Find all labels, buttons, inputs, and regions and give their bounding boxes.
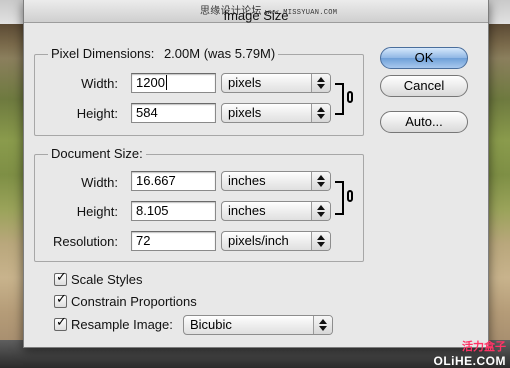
pixel-width-unit: pixels bbox=[228, 75, 262, 90]
doc-width-field[interactable]: 16.667 bbox=[131, 171, 216, 191]
pixel-width-label: Width: bbox=[81, 76, 118, 91]
constrain-proportions-label: Constrain Proportions bbox=[71, 294, 197, 309]
doc-width-unit-select[interactable]: inches bbox=[221, 171, 331, 191]
title-bar[interactable]: 思缘设计论坛 www.MISSYUAN.COM Image Size bbox=[24, 0, 488, 23]
resample-method-select[interactable]: Bicubic bbox=[183, 315, 333, 335]
pixel-link-bracket bbox=[335, 83, 344, 115]
constrain-proportions-checkbox[interactable]: ✓ bbox=[54, 292, 67, 308]
resample-image-label: Resample Image: bbox=[71, 317, 173, 332]
popup-arrows-icon bbox=[311, 202, 330, 220]
resolution-unit-select[interactable]: pixels/inch bbox=[221, 231, 331, 251]
pixel-dimensions-summary: 2.00M (was 5.79M) bbox=[163, 46, 276, 61]
pixel-dimensions-header: Pixel Dimensions: 2.00M (was 5.79M) bbox=[48, 46, 279, 61]
doc-width-value: 16.667 bbox=[136, 173, 176, 188]
auto-button[interactable]: Auto... bbox=[380, 111, 468, 133]
pixel-dimensions-label: Pixel Dimensions: bbox=[51, 46, 155, 61]
document-size-label: Document Size: bbox=[48, 146, 146, 161]
dialog-title: Image Size bbox=[223, 8, 289, 23]
popup-arrows-icon bbox=[311, 104, 330, 122]
resample-method: Bicubic bbox=[190, 317, 232, 332]
pixel-height-label: Height: bbox=[76, 106, 118, 121]
doc-width-label: Width: bbox=[81, 175, 118, 190]
resample-image-checkbox[interactable]: ✓ bbox=[54, 315, 67, 331]
watermark-bottom-cn: 活力盒子 bbox=[462, 340, 506, 353]
image-size-dialog: 思缘设计论坛 www.MISSYUAN.COM Image Size Pixel… bbox=[23, 0, 489, 348]
doc-width-unit: inches bbox=[228, 173, 266, 188]
ok-button[interactable]: OK bbox=[380, 47, 468, 69]
watermark-bottom: 活力盒子 OLiHE.COM bbox=[434, 338, 507, 368]
checkmark-icon: ✓ bbox=[56, 315, 67, 330]
cancel-button[interactable]: Cancel bbox=[380, 75, 468, 97]
doc-height-value: 8.105 bbox=[136, 203, 169, 218]
pixel-width-unit-select[interactable]: pixels bbox=[221, 73, 331, 93]
pixel-dimensions-group bbox=[34, 54, 364, 136]
popup-arrows-icon bbox=[311, 172, 330, 190]
watermark-bottom-en: OLiHE.COM bbox=[433, 354, 506, 368]
scale-styles-label: Scale Styles bbox=[71, 272, 143, 287]
pixel-width-field[interactable]: 1200 bbox=[131, 73, 216, 93]
pixel-height-unit-select[interactable]: pixels bbox=[221, 103, 331, 123]
doc-height-field[interactable]: 8.105 bbox=[131, 201, 216, 221]
resolution-field[interactable]: 72 bbox=[131, 231, 216, 251]
chain-link-icon bbox=[347, 190, 353, 202]
chain-link-icon bbox=[347, 91, 353, 103]
pixel-width-value: 1200 bbox=[136, 75, 165, 90]
checkmark-icon: ✓ bbox=[56, 292, 67, 307]
checkmark-icon: ✓ bbox=[56, 270, 67, 285]
popup-arrows-icon bbox=[311, 74, 330, 92]
pixel-height-unit: pixels bbox=[228, 105, 262, 120]
resolution-unit: pixels/inch bbox=[228, 233, 289, 248]
pixel-height-field[interactable]: 584 bbox=[131, 103, 216, 123]
pixel-height-value: 584 bbox=[136, 105, 158, 120]
resolution-value: 72 bbox=[136, 233, 151, 248]
scale-styles-checkbox[interactable]: ✓ bbox=[54, 270, 67, 286]
popup-arrows-icon bbox=[313, 316, 332, 334]
doc-height-unit-select[interactable]: inches bbox=[221, 201, 331, 221]
doc-height-label: Height: bbox=[76, 204, 118, 219]
text-cursor bbox=[165, 75, 167, 90]
resolution-label: Resolution: bbox=[52, 234, 118, 249]
doc-height-unit: inches bbox=[228, 203, 266, 218]
popup-arrows-icon bbox=[311, 232, 330, 250]
doc-link-bracket bbox=[335, 181, 344, 215]
